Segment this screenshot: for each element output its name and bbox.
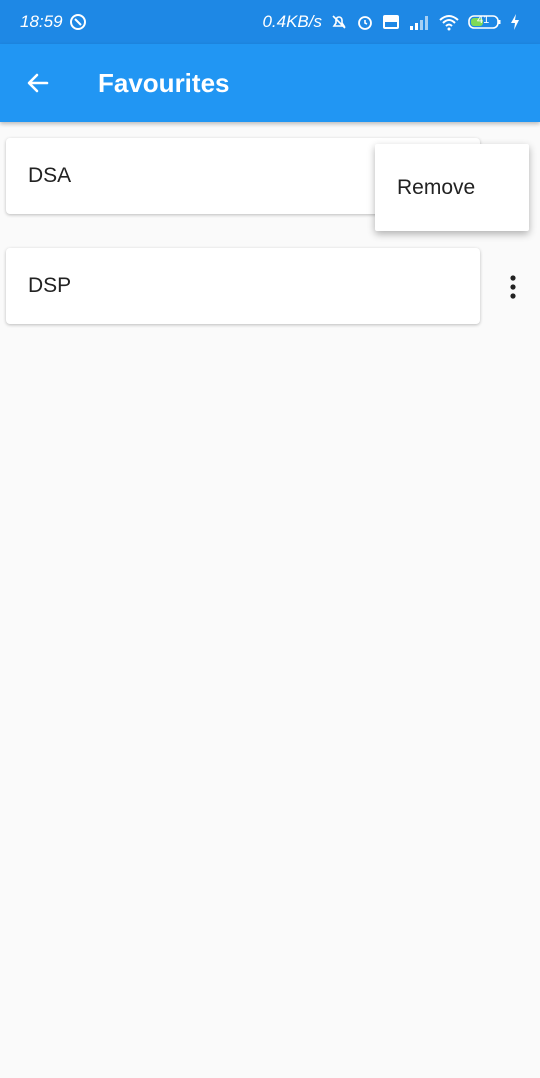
notification-ring-icon [69,13,87,31]
signal-icon [408,13,430,31]
arrow-back-icon [25,70,51,96]
mute-icon [330,13,348,31]
status-bar: 18:59 0.4KB/s 41 [0,0,540,44]
favourite-label: DSA [28,164,72,187]
battery-level: 41 [477,14,490,26]
app-bar: Favourites [0,44,540,122]
remove-menu-item[interactable]: Remove [375,144,529,231]
charging-icon [510,13,520,31]
page-title: Favourites [98,67,230,98]
favourite-card-dsp[interactable]: DSP [6,248,480,324]
alarm-icon [356,13,374,31]
battery-icon: 41 [468,13,502,31]
status-time: 18:59 [20,12,63,31]
menu-item-label: Remove [397,175,476,199]
network-speed: 0.4KB/s [262,12,322,31]
wifi-icon [438,13,460,31]
more-vert-icon [509,274,517,300]
volte-icon [382,13,400,31]
more-options-button[interactable] [498,267,528,307]
favourite-label: DSP [28,274,72,297]
back-button[interactable] [18,63,58,103]
